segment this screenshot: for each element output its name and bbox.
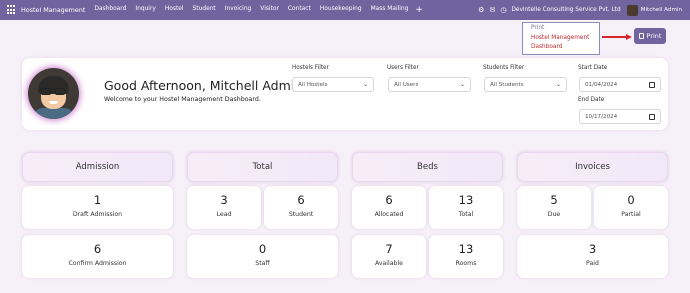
stat-card-available[interactable]: 7 Available bbox=[352, 235, 426, 278]
end-date-value: 10/17/2024 bbox=[585, 113, 618, 120]
menu-more-plus-icon[interactable]: + bbox=[415, 5, 423, 15]
chevron-down-icon: ⌄ bbox=[555, 81, 561, 88]
category-beds: Beds bbox=[352, 152, 503, 182]
print-menu-item-dashboard[interactable]: Dashboard bbox=[531, 43, 591, 53]
menu-dashboard[interactable]: Dashboard bbox=[94, 6, 126, 15]
end-date-label: End Date bbox=[578, 97, 605, 103]
stat-card-draft-admission[interactable]: 1 Draft Admission bbox=[22, 186, 173, 229]
users-filter-select[interactable]: All Users ⌄ bbox=[388, 77, 471, 92]
menu-mass-mailing[interactable]: Mass Mailing bbox=[371, 6, 409, 15]
start-date-value: 01/04/2024 bbox=[585, 81, 618, 88]
annotation-arrow bbox=[602, 34, 632, 40]
stat-value: 3 bbox=[588, 242, 597, 256]
stat-label: Due bbox=[547, 211, 561, 218]
start-date-label: Start Date bbox=[578, 65, 608, 71]
stat-card-staff[interactable]: 0 Staff bbox=[187, 235, 338, 278]
print-menu-title: Print bbox=[531, 25, 545, 31]
top-navbar: Hostel Management Dashboard Inquiry Host… bbox=[0, 0, 690, 20]
stat-card-partial[interactable]: 0 Partial bbox=[594, 186, 668, 229]
stat-label: Staff bbox=[255, 260, 270, 267]
stat-value: 0 bbox=[627, 193, 635, 207]
calendar-icon[interactable] bbox=[649, 81, 655, 88]
user-name[interactable]: Mitchell Admin bbox=[641, 7, 682, 13]
start-date-input[interactable]: 01/04/2024 bbox=[579, 77, 661, 92]
stat-value: 6 bbox=[93, 242, 102, 256]
chevron-down-icon: ⌄ bbox=[459, 81, 465, 88]
stat-card-rooms[interactable]: 13 Rooms bbox=[429, 235, 503, 278]
stat-label: Lead bbox=[216, 211, 232, 218]
students-filter-select[interactable]: All Students ⌄ bbox=[484, 77, 567, 92]
admin-avatar bbox=[28, 68, 79, 119]
welcome-card: Good Afternoon, Mitchell Admin. Welcome … bbox=[22, 58, 668, 130]
end-date-input[interactable]: 10/17/2024 bbox=[579, 109, 661, 124]
welcome-subtitle: Welcome to your Hostel Management Dashbo… bbox=[104, 96, 261, 103]
stat-value: 6 bbox=[297, 193, 305, 207]
stat-label: Confirm Admission bbox=[68, 260, 127, 267]
print-button-label: Print bbox=[646, 32, 662, 40]
company-name[interactable]: Devintelle Consulting Service Pvt. Ltd bbox=[511, 7, 620, 13]
stat-card-student[interactable]: 6 Student bbox=[264, 186, 338, 229]
stat-label: Student bbox=[288, 211, 314, 218]
category-total: Total bbox=[187, 152, 338, 182]
stat-value: 13 bbox=[458, 242, 474, 256]
stat-value: 6 bbox=[385, 193, 393, 207]
stat-value: 7 bbox=[385, 242, 393, 256]
chat-icon[interactable]: ✉ bbox=[489, 6, 495, 14]
stat-card-total-beds[interactable]: 13 Total bbox=[429, 186, 503, 229]
menu-invoicing[interactable]: Invoicing bbox=[225, 6, 252, 15]
greeting-title: Good Afternoon, Mitchell Admin. bbox=[104, 78, 307, 93]
users-filter-label: Users Filter bbox=[387, 65, 419, 71]
print-button[interactable]: Print bbox=[634, 28, 666, 44]
hostels-filter-select[interactable]: All Hostels ⌄ bbox=[292, 77, 374, 92]
stat-card-paid[interactable]: 3 Paid bbox=[517, 235, 668, 278]
menu-contact[interactable]: Contact bbox=[288, 6, 311, 15]
stat-card-due[interactable]: 5 Due bbox=[517, 186, 591, 229]
users-filter-value: All Users bbox=[394, 81, 419, 88]
students-filter-label: Students Filter bbox=[483, 65, 525, 71]
app-brand[interactable]: Hostel Management bbox=[21, 6, 85, 14]
activity-clock-icon[interactable]: ◷ bbox=[500, 6, 506, 14]
stat-value: 1 bbox=[93, 193, 102, 207]
menu-housekeeping[interactable]: Housekeeping bbox=[320, 6, 362, 15]
menu-hostel[interactable]: Hostel bbox=[165, 6, 184, 15]
menu-visitor[interactable]: Visitor bbox=[260, 6, 279, 15]
user-avatar[interactable] bbox=[626, 4, 638, 16]
stat-label: Available bbox=[374, 260, 403, 267]
hostels-filter-value: All Hostels bbox=[298, 81, 328, 88]
stat-label: Allocated bbox=[374, 211, 404, 218]
stat-value: 13 bbox=[458, 193, 474, 207]
calendar-icon[interactable] bbox=[649, 113, 655, 120]
chevron-down-icon: ⌄ bbox=[362, 81, 368, 88]
stat-value: 3 bbox=[220, 193, 228, 207]
stat-value: 5 bbox=[550, 193, 558, 207]
menu-inquiry[interactable]: Inquiry bbox=[135, 6, 156, 15]
stat-label: Paid bbox=[586, 260, 599, 267]
stat-card-lead[interactable]: 3 Lead bbox=[187, 186, 261, 229]
stat-card-allocated[interactable]: 6 Allocated bbox=[352, 186, 426, 229]
stat-label: Partial bbox=[621, 211, 641, 218]
students-filter-value: All Students bbox=[490, 81, 524, 88]
navbar-systray: ⚙ ✉ ◷ Devintelle Consulting Service Pvt.… bbox=[478, 0, 690, 20]
stat-card-confirm-admission[interactable]: 6 Confirm Admission bbox=[22, 235, 173, 278]
print-icon bbox=[638, 33, 644, 39]
stat-label: Rooms bbox=[455, 260, 477, 267]
stat-value: 0 bbox=[258, 242, 267, 256]
stat-label: Draft Admission bbox=[72, 211, 123, 218]
print-menu-item-hostel-management[interactable]: Hostel Management bbox=[531, 34, 591, 44]
category-admission: Admission bbox=[22, 152, 173, 182]
print-dropdown-menu: Print Hostel Management Dashboard bbox=[522, 22, 600, 55]
apps-menu-icon[interactable] bbox=[7, 5, 17, 15]
main-menu: Dashboard Inquiry Hostel Student Invoici… bbox=[94, 5, 423, 15]
hostels-filter-label: Hostels Filter bbox=[292, 65, 329, 71]
menu-student[interactable]: Student bbox=[193, 6, 216, 15]
stat-label: Total bbox=[458, 211, 474, 218]
category-invoices: Invoices bbox=[517, 152, 668, 182]
bug-icon[interactable]: ⚙ bbox=[478, 6, 484, 14]
